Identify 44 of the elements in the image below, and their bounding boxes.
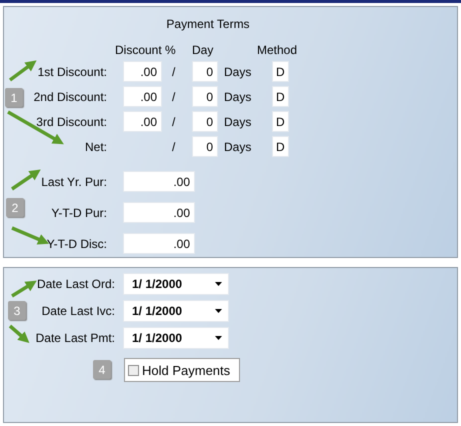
discount-field[interactable]: .00 [123,61,162,82]
separator: / [172,140,176,154]
method-field[interactable]: D [272,111,289,132]
field-label: Last Yr. Pur: [41,174,107,188]
separator: / [172,114,176,128]
discount-field[interactable]: .00 [123,111,162,132]
unit-label: Days [224,64,252,78]
method-field[interactable]: D [272,86,289,107]
callout-badge: 1 [5,88,23,107]
field-label: 2nd Discount: [34,90,107,104]
date-dropdown[interactable]: 1/ 1/2000 [123,327,229,349]
method-field[interactable]: D [272,136,289,157]
method-field[interactable]: D [272,61,289,82]
callout-badge: 4 [93,360,111,379]
section-title: Payment Terms [166,17,250,31]
amount-field[interactable]: .00 [123,233,195,254]
column-header: Discount % [115,43,176,57]
hold-payments-checkbox[interactable]: Hold Payments [124,358,240,382]
unit-label: Days [224,90,252,104]
day-field[interactable]: 0 [192,111,218,132]
column-header: Method [257,43,298,57]
field-label: Date Last Pmt: [36,331,115,345]
date-dropdown[interactable]: 1/ 1/2000 [123,300,229,322]
amount-field[interactable]: .00 [123,171,195,192]
amount-field[interactable]: .00 [123,202,195,223]
separator: / [172,64,176,78]
field-label: Date Last Ivc: [42,304,115,318]
field-label: 3rd Discount: [36,114,107,128]
day-field[interactable]: 0 [192,86,218,107]
discount-field[interactable]: .00 [123,86,162,107]
callout-badge: 3 [8,301,26,320]
field-label: Net: [84,140,107,154]
field-label: Y-T-D Pur: [51,206,107,220]
day-field[interactable]: 0 [192,61,218,82]
day-field[interactable]: 0 [192,136,218,157]
column-header: Day [192,43,214,57]
unit-label: Days [224,114,252,128]
unit-label: Days [224,140,252,154]
date-dropdown[interactable]: 1/ 1/2000 [123,273,229,295]
separator: / [172,90,176,104]
field-label: Date Last Ord: [36,277,115,291]
field-label: 1st Discount: [38,64,107,78]
callout-badge: 2 [6,198,24,217]
field-label: Y-T-D Disc: [46,236,107,250]
